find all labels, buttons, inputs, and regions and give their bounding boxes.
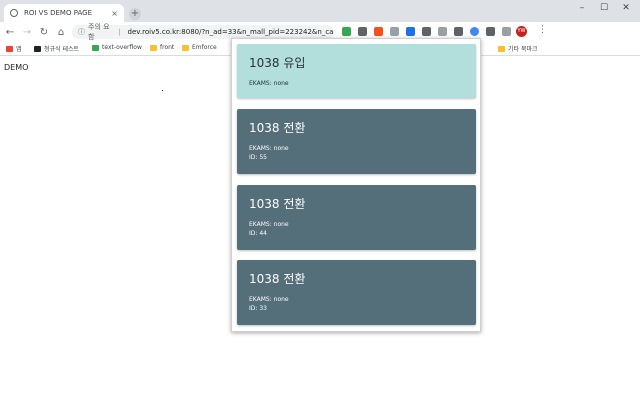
extension-icon[interactable] [454,27,463,36]
card-id: ID: 55 [249,154,267,161]
bookmark-label: 청규식 테스트 [44,46,80,53]
bookmark-item[interactable]: 청규식 테스트 [34,44,79,53]
event-card-conversion[interactable]: 1038 전환 EKAMS: none ID: 33 [237,260,476,325]
minimize-button[interactable]: – [572,3,592,13]
active-extension-icon[interactable] [470,27,479,36]
security-label: 주의 요함 [88,23,110,41]
tab-strip: ROI VS DEMO PAGE × + – ☐ ✕ [0,0,640,22]
card-ekams: EKAMS: none [249,145,289,152]
demo-text: DEMO [4,63,29,72]
extension-icon[interactable] [406,27,415,36]
event-card-conversion[interactable]: 1038 전환 EKAMS: none ID: 44 [237,185,476,250]
extension-icon[interactable] [422,27,431,36]
puzzle-icon[interactable] [486,27,495,36]
reload-icon[interactable]: ↻ [37,27,51,38]
folder-icon [498,45,505,52]
address-bar[interactable]: ⓘ 주의 요함 | dev.roiv5.co.kr:8080/?n_ad=33&… [72,23,334,41]
card-title: 1038 전환 [249,272,306,286]
card-title: 1038 유입 [249,56,306,70]
url-text: dev.roiv5.co.kr:8080/?n_ad=33&n_mall_pid… [127,28,334,36]
info-icon[interactable]: ⓘ [78,27,85,37]
maximize-button[interactable]: ☐ [594,3,614,13]
card-ekams: EKAMS: none [249,221,289,228]
home-icon[interactable]: ⌂ [54,27,68,38]
tab-close-button[interactable]: × [111,9,118,18]
folder-icon [150,44,157,51]
bookmark-label: front [160,44,175,51]
card-id: ID: 44 [249,230,267,237]
media-icon[interactable] [502,27,511,36]
extension-popup: 1038 유입 EKAMS: none 1038 전환 EKAMS: none … [231,38,481,332]
bookmark-label: 기타 북마크 [508,46,538,53]
card-ekams: EKAMS: none [249,80,289,87]
avatar[interactable]: YW [516,26,527,37]
folder-icon [182,44,189,51]
back-icon[interactable]: ← [3,27,17,38]
event-card-conversion[interactable]: 1038 전환 EKAMS: none ID: 55 [237,109,476,174]
apps-icon [6,45,13,52]
bookmark-folder[interactable]: front [150,44,174,51]
extension-icon[interactable] [390,27,399,36]
bookmark-item[interactable]: text-overflow [92,44,142,51]
cursor-dot [162,90,163,91]
other-bookmarks-folder[interactable]: 기타 북마크 [498,44,538,53]
page-icon [34,45,41,52]
extension-icon[interactable] [438,27,447,36]
tab-roi-demo[interactable]: ROI VS DEMO PAGE × [4,4,124,22]
bookmark-apps[interactable]: 앱 [6,44,22,53]
card-id: ID: 33 [249,305,267,312]
event-card-inflow[interactable]: 1038 유입 EKAMS: none [237,44,476,98]
bookmark-label: 앱 [16,46,22,53]
close-window-button[interactable]: ✕ [616,3,636,13]
globe-icon [10,9,18,17]
page-icon [92,44,99,51]
bookmark-label: Emforce [192,44,217,51]
bookmark-folder[interactable]: Emforce [182,44,217,51]
extension-icon[interactable] [374,27,383,36]
card-ekams: EKAMS: none [249,296,289,303]
new-tab-button[interactable]: + [129,8,141,20]
omnibox-divider: | [118,28,121,36]
tab-title: ROI VS DEMO PAGE [24,9,92,17]
menu-icon[interactable]: ⋮ [538,25,547,35]
shield-extension-icon[interactable] [342,27,351,36]
extension-icon[interactable] [358,27,367,36]
bookmark-label: text-overflow [102,44,142,51]
card-title: 1038 전환 [249,121,306,135]
forward-icon[interactable]: → [20,27,34,38]
card-title: 1038 전환 [249,197,306,211]
